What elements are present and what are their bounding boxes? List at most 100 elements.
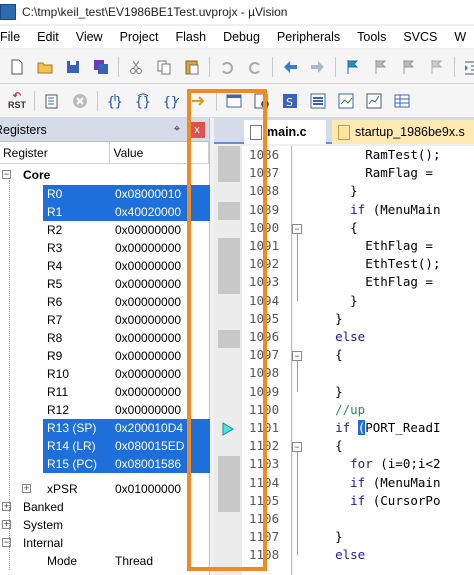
menu-file[interactable]: File [0, 30, 29, 44]
code-line[interactable]: { [305, 438, 343, 456]
column-header-register[interactable]: Register [0, 142, 111, 163]
menu-debug[interactable]: Debug [215, 30, 269, 44]
fold-collapse-icon[interactable]: − [292, 223, 302, 234]
tree-group-system[interactable]: + System [0, 516, 210, 534]
fold-collapse-icon[interactable]: − [292, 442, 302, 453]
code-line[interactable]: { [305, 220, 358, 238]
memory-icon[interactable] [391, 90, 413, 112]
reset-icon[interactable]: ↶ RST [6, 90, 28, 112]
bookmark-next-icon[interactable] [398, 56, 420, 78]
code-line[interactable]: EthFlag = [305, 274, 440, 292]
register-row[interactable]: R5 0x00000000 [0, 275, 210, 293]
menu-flash[interactable]: Flash [167, 30, 215, 44]
code-line[interactable]: } [305, 384, 343, 402]
register-value[interactable]: 0x00000000 [111, 347, 210, 365]
code-line[interactable]: if (PORT_ReadI [305, 420, 441, 438]
register-value[interactable]: 0x00000000 [111, 401, 210, 419]
register-value[interactable]: 0x00000000 [111, 257, 210, 275]
command-window-icon[interactable] [223, 90, 245, 112]
register-row[interactable]: R6 0x00000000 [0, 293, 210, 311]
code-line[interactable]: else [305, 547, 365, 565]
register-value[interactable]: 0x00000000 [111, 311, 210, 329]
register-row[interactable]: R4 0x00000000 [0, 257, 210, 275]
paste-icon[interactable] [181, 56, 203, 78]
pin-icon[interactable]: ⌖ [169, 123, 185, 136]
run-to-cursor-icon[interactable] [188, 90, 210, 112]
fold-collapse-icon[interactable]: − [292, 351, 302, 362]
register-row[interactable]: R7 0x00000000 [0, 311, 210, 329]
code-line[interactable]: for (i=0;i<2 [305, 456, 440, 474]
save-all-icon[interactable] [90, 56, 112, 78]
register-value[interactable]: 0x00000000 [111, 275, 210, 293]
new-file-icon[interactable] [6, 56, 28, 78]
menu-tools[interactable]: Tools [349, 30, 395, 44]
register-value[interactable]: 0x00000000 [111, 329, 210, 347]
disassembly-icon[interactable] [251, 90, 273, 112]
register-row[interactable]: R0 0x08000010 [0, 185, 210, 203]
tree-group-internal[interactable]: − Internal [0, 534, 210, 552]
register-value[interactable]: 0x40020000 [111, 203, 210, 221]
tree-group-banked[interactable]: + Banked [0, 498, 210, 516]
cut-icon[interactable] [125, 56, 147, 78]
code-line[interactable]: EthTest(); [305, 256, 440, 274]
run-icon[interactable] [41, 90, 63, 112]
stop-icon[interactable] [69, 90, 91, 112]
column-header-value[interactable]: Value [110, 142, 209, 163]
tab-main-c[interactable]: main.c [244, 120, 326, 144]
code-line[interactable]: if (CursorPo [305, 493, 440, 511]
register-row-mode[interactable]: Mode Thread [0, 552, 210, 570]
register-row[interactable]: R12 0x00000000 [0, 401, 210, 419]
register-value[interactable]: 0x00000000 [111, 365, 210, 383]
menu-view[interactable]: View [68, 30, 112, 44]
register-row-xpsr[interactable]: + xPSR 0x01000000 [0, 480, 210, 498]
bookmark-icon[interactable] [342, 56, 364, 78]
register-value[interactable]: 0x080015ED [111, 437, 210, 455]
register-row[interactable]: R15 (PC) 0x08001586 [0, 455, 210, 473]
save-icon[interactable] [62, 56, 84, 78]
register-row[interactable]: R13 (SP) 0x200010D4 [0, 419, 210, 437]
register-row[interactable]: R1 0x40020000 [0, 203, 210, 221]
register-row[interactable]: R8 0x00000000 [0, 329, 210, 347]
collapse-icon[interactable]: − [2, 170, 11, 179]
code-line[interactable]: RamTest(); [305, 147, 440, 165]
register-value[interactable]: 0x00000000 [111, 221, 210, 239]
call-stack-icon[interactable] [335, 90, 357, 112]
symbols-icon[interactable]: S [279, 90, 301, 112]
menu-window[interactable]: W [446, 30, 474, 44]
menu-edit[interactable]: Edit [29, 30, 68, 44]
register-row[interactable]: R2 0x00000000 [0, 221, 210, 239]
code-line[interactable]: } [305, 311, 343, 329]
register-row[interactable]: R10 0x00000000 [0, 365, 210, 383]
nav-forward-icon[interactable] [307, 56, 329, 78]
register-value[interactable]: 0x00000000 [111, 293, 210, 311]
bookmark-prev-icon[interactable] [370, 56, 392, 78]
menu-project[interactable]: Project [112, 30, 168, 44]
nav-back-icon[interactable] [279, 56, 301, 78]
undo-icon[interactable] [216, 56, 238, 78]
register-value[interactable]: 0x200010D4 [111, 419, 210, 437]
bookmark-clear-icon[interactable] [426, 56, 448, 78]
code-line[interactable]: } [305, 293, 358, 311]
register-row[interactable]: R9 0x00000000 [0, 347, 210, 365]
code-line[interactable]: EthFlag = [305, 238, 440, 256]
code-line[interactable]: { [305, 347, 343, 365]
code-line[interactable]: //up [305, 402, 365, 420]
tree-group-core[interactable]: − Core [0, 166, 210, 184]
step-into-icon[interactable]: {} [104, 90, 126, 112]
code-line[interactable]: if (MenuMain [305, 202, 440, 220]
menu-peripherals[interactable]: Peripherals [269, 30, 349, 44]
code-line[interactable]: RamFlag = [305, 165, 440, 183]
register-row[interactable]: R3 0x00000000 [0, 239, 210, 257]
code-line[interactable]: } [305, 183, 358, 201]
register-row[interactable]: R11 0x00000000 [0, 383, 210, 401]
step-over-icon[interactable]: {} [132, 90, 154, 112]
close-icon[interactable]: x [189, 121, 205, 138]
open-folder-icon[interactable] [34, 56, 56, 78]
code-line[interactable]: } [305, 529, 343, 547]
register-value[interactable]: 0x00000000 [111, 239, 210, 257]
register-row[interactable]: R14 (LR) 0x080015ED [0, 437, 210, 455]
register-value[interactable]: 0x08000010 [111, 185, 210, 203]
step-out-icon[interactable]: {} [160, 90, 182, 112]
menu-svcs[interactable]: SVCS [395, 30, 446, 44]
register-value[interactable]: 0x00000000 [111, 383, 210, 401]
